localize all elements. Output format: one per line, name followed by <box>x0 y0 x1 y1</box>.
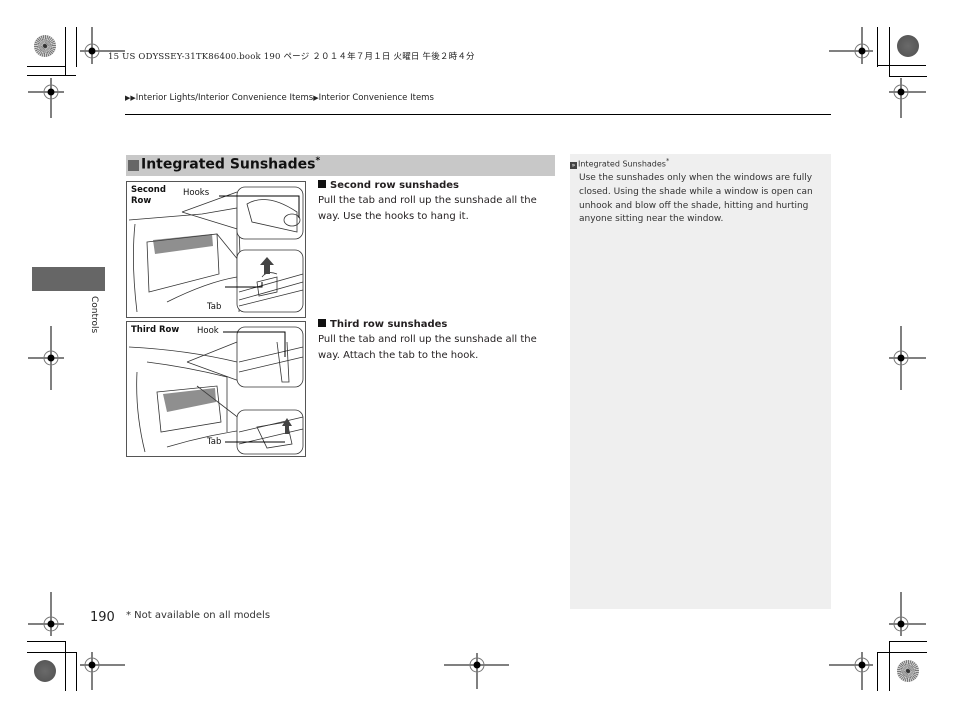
figure-second-row: Second Row Hooks Tab <box>126 181 306 318</box>
asterisk: * <box>315 156 321 166</box>
footnote: * Not available on all models <box>126 610 271 621</box>
subsection-second-row: Second row sunshades Pull the tab and ro… <box>318 180 558 224</box>
section-header: Integrated Sunshades* <box>126 155 555 176</box>
subsection-heading: Third row sunshades <box>318 319 558 330</box>
bullet-square-icon <box>318 180 326 188</box>
figure-third-row: Third Row Hook Tab <box>126 321 306 457</box>
figure-label: Second Row <box>131 185 166 206</box>
callout-hook: Hook <box>197 326 219 336</box>
chapter-tab-label: Controls <box>89 296 99 334</box>
breadcrumb-item[interactable]: Interior Lights/Interior Convenience Ite… <box>136 93 313 103</box>
reference-arrow-icon: » <box>570 161 577 169</box>
side-note: » Integrated Sunshades* Use the sunshades… <box>570 154 831 609</box>
section-title: Integrated Sunshades* <box>141 156 321 173</box>
note-title: » Integrated Sunshades* <box>570 157 670 169</box>
header-rule <box>125 114 831 115</box>
page-number: 190 <box>90 610 115 625</box>
third-row-illustration <box>128 326 304 455</box>
subsection-third-row: Third row sunshades Pull the tab and rol… <box>318 319 558 363</box>
print-header: 15 US ODYSSEY-31TK86400.book 190 ページ ２０１… <box>108 52 475 62</box>
breadcrumb: ▶▶Interior Lights/Interior Convenience I… <box>125 93 434 103</box>
bullet-square-icon <box>318 319 326 327</box>
callout-hooks: Hooks <box>183 188 210 198</box>
subsection-text: Pull the tab and roll up the sunshade al… <box>318 334 537 361</box>
breadcrumb-marker-icon: ▶▶ <box>125 94 136 102</box>
figure-label: Third Row <box>131 325 180 335</box>
callout-tab: Tab <box>207 302 222 312</box>
breadcrumb-item[interactable]: Interior Convenience Items <box>319 93 434 103</box>
chapter-tab <box>32 267 105 291</box>
note-body: Use the sunshades only when the windows … <box>579 173 813 225</box>
callout-tab: Tab <box>207 437 222 447</box>
subsection-text: Pull the tab and roll up the sunshade al… <box>318 195 537 222</box>
section-marker-icon <box>128 160 139 171</box>
subsection-heading: Second row sunshades <box>318 180 558 191</box>
